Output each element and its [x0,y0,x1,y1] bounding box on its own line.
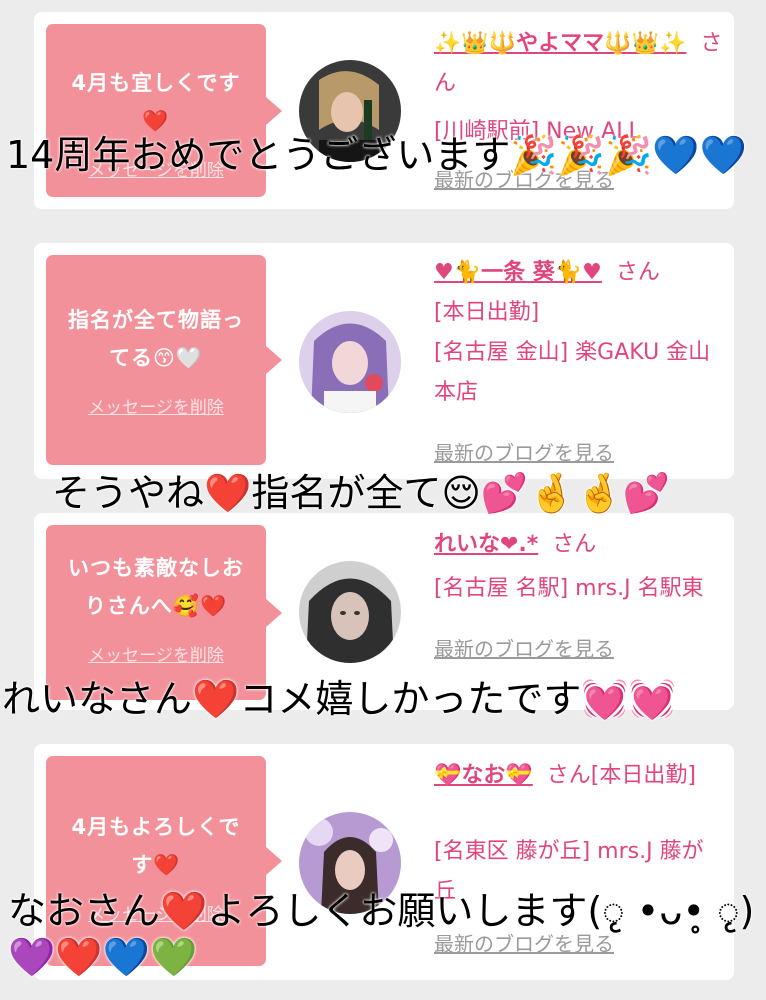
profile-name-link[interactable]: 💝なお💝 [434,763,533,788]
message-bubble: いつも素敵なしおりさんへ🥰❤️ メッセージを削除 [46,525,282,700]
delete-message-link[interactable]: メッセージを削除 [46,393,266,418]
avatar[interactable] [299,311,401,413]
message-text: 4月も宜しくです❤️ [71,71,241,133]
status-text: [本日出勤] [434,300,540,325]
profile-name-link[interactable]: ✨👑🔱やよママ🔱👑✨ [434,31,686,56]
latest-blog-link[interactable]: 最新のブログを見る [434,629,724,669]
avatar[interactable] [299,561,401,663]
message-text: いつも素敵なしおりさんへ🥰❤️ [68,556,244,618]
delete-message-link[interactable]: メッセージを削除 [46,641,266,666]
message-bubble: 指名が全て物語ってる😙🤍 メッセージを削除 [46,255,282,465]
latest-blog-link[interactable]: 最新のブログを見る [434,433,724,473]
profile-info: ♥🐈一条 葵🐈♥ さん [本日出勤] [名古屋 金山] 楽GAKU 金山本店 最新… [434,253,724,473]
overlay-caption: そうやね❤️指名が全て😌💕🤞🤞💕 [52,471,671,515]
message-text: 4月もよろしくです❤️ [71,815,241,877]
message-card: 4月も宜しくです❤️ メッセージを削除 ✨👑🔱やよママ🔱👑✨ さん [川崎駅前] … [34,12,734,209]
honorific: さん[本日出勤] [546,763,696,788]
shop-name: [名古屋 名駅] mrs.J 名駅東 [434,576,704,601]
profile-name-link[interactable]: ♥🐈一条 葵🐈♥ [434,260,602,285]
honorific: さん [615,260,660,285]
profile-info: れいな❤.* さん [名古屋 名駅] mrs.J 名駅東 最新のブログを見る [434,525,724,669]
overlay-caption: 14周年おめでとうございます🎉🎉🎉💙💙 [6,133,747,177]
overlay-caption: れいなさん❤️コメ嬉しかったです💓💓 [2,677,676,721]
message-card: 指名が全て物語ってる😙🤍 メッセージを削除 ♥🐈一条 葵🐈♥ さん [本日出勤] … [34,243,734,479]
message-text: 指名が全て物語ってる😙🤍 [68,308,244,370]
honorific: さん [552,532,597,557]
overlay-caption: なおさん❤️よろしくお願いします(ृ •ᴗ•̥ ृ)💜❤️💙💚 [8,889,755,979]
shop-name: [名古屋 金山] 楽GAKU 金山本店 [434,340,711,405]
profile-name-link[interactable]: れいな❤.* [434,532,538,557]
